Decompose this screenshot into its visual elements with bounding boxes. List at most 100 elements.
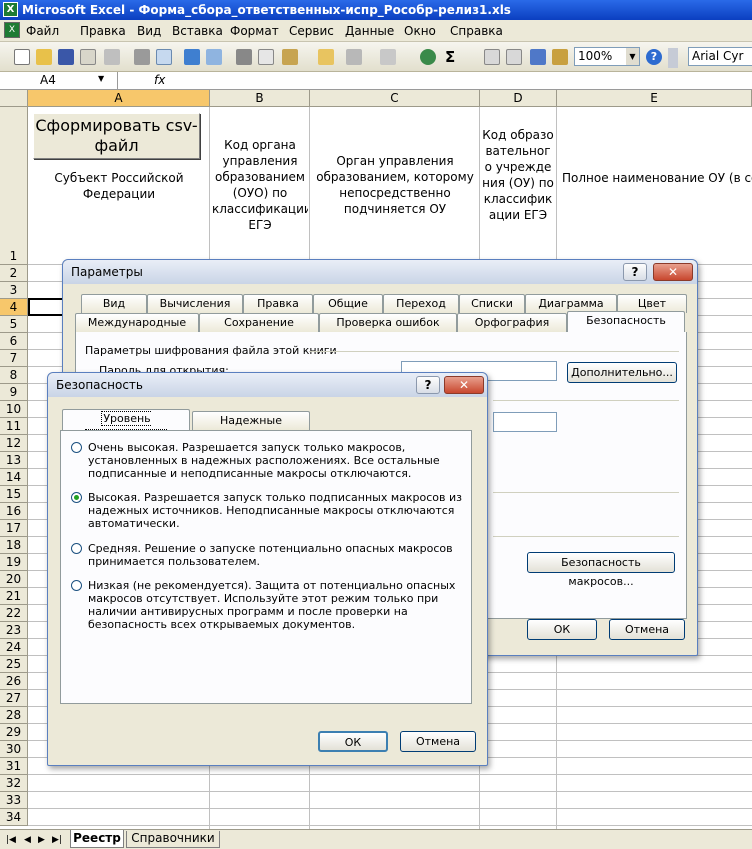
cell-a1-subject[interactable]: Субъект Российской Федерации <box>40 170 198 202</box>
column-header-d[interactable]: D <box>480 90 557 107</box>
menu-view[interactable]: Вид <box>137 24 161 38</box>
row-header[interactable]: 7 <box>0 350 28 367</box>
hyperlink-icon[interactable] <box>420 49 436 65</box>
cell-d1-ou-code[interactable]: Код образовательного учреждения (ОУ) по … <box>482 127 554 223</box>
formula-input[interactable] <box>175 72 752 89</box>
paste-icon[interactable] <box>282 49 298 65</box>
redo-icon[interactable] <box>380 49 396 65</box>
row-header[interactable]: 21 <box>0 588 28 605</box>
row-header[interactable]: 13 <box>0 452 28 469</box>
menu-data[interactable]: Данные <box>345 24 394 38</box>
tab-security-level[interactable]: Уровень безопасности <box>62 409 190 444</box>
print-icon[interactable] <box>134 49 150 65</box>
row-header[interactable]: 19 <box>0 554 28 571</box>
prev-sheet-icon[interactable]: ◀ <box>24 835 31 845</box>
row-header[interactable]: 20 <box>0 571 28 588</box>
row-header[interactable]: 5 <box>0 316 28 333</box>
options-ok-button[interactable]: ОК <box>527 619 597 640</box>
font-combo[interactable]: Arial Cyr <box>688 47 752 66</box>
advanced-button[interactable]: Дополнительно... <box>567 362 677 383</box>
menu-help[interactable]: Справка <box>450 24 503 38</box>
row-header[interactable]: 33 <box>0 792 28 809</box>
row-header[interactable]: 25 <box>0 656 28 673</box>
row-header[interactable]: 26 <box>0 673 28 690</box>
radio-medium[interactable] <box>71 543 82 554</box>
cell-c1-ouo[interactable]: Орган управления образованием, которому … <box>315 153 475 217</box>
chart-wizard-icon[interactable] <box>530 49 546 65</box>
row-header[interactable]: 2 <box>0 265 28 282</box>
close-icon[interactable]: ✕ <box>653 263 693 281</box>
row-header[interactable]: 18 <box>0 537 28 554</box>
column-header-e[interactable]: E <box>557 90 752 107</box>
cell-b1-ouo-code[interactable]: Код органа управления образованием (ОУО)… <box>212 137 308 233</box>
research-icon[interactable] <box>206 49 222 65</box>
document-icon[interactable]: X <box>4 22 20 38</box>
row-header[interactable]: 9 <box>0 384 28 401</box>
cell-e1-full-name[interactable]: Полное наименование ОУ (в со документами… <box>562 170 752 186</box>
radio-very-high[interactable] <box>71 442 82 453</box>
menu-edit[interactable]: Правка <box>80 24 126 38</box>
row-header[interactable]: 32 <box>0 775 28 792</box>
tab-spelling[interactable]: Орфография <box>457 313 567 332</box>
toolbar-options-icon[interactable] <box>668 48 678 68</box>
undo-icon[interactable] <box>346 49 362 65</box>
row-header[interactable]: 10 <box>0 401 28 418</box>
sort-ascending-icon[interactable] <box>484 49 500 65</box>
row-header[interactable]: 30 <box>0 741 28 758</box>
row-header[interactable]: 29 <box>0 724 28 741</box>
row-header[interactable]: 11 <box>0 418 28 435</box>
help-icon[interactable]: ? <box>646 49 662 65</box>
radio-high[interactable] <box>71 492 82 503</box>
row-header[interactable]: 8 <box>0 367 28 384</box>
format-painter-icon[interactable] <box>318 49 334 65</box>
zoom-combo[interactable]: 100% ▼ <box>574 47 640 66</box>
tab-international[interactable]: Международные <box>75 313 199 332</box>
row-header[interactable]: 31 <box>0 758 28 775</box>
security-cancel-button[interactable]: Отмена <box>400 731 476 752</box>
chevron-down-icon[interactable]: ▼ <box>98 74 104 83</box>
sheet-tab-references[interactable]: Справочники <box>126 831 220 848</box>
row-header[interactable]: 1 <box>0 107 28 265</box>
tab-security[interactable]: Безопасность <box>567 311 685 332</box>
option-medium-label[interactable]: Средняя. Решение о запуске потенциально … <box>88 542 466 568</box>
tab-error-checking[interactable]: Проверка ошибок <box>319 313 457 332</box>
excel-app-icon[interactable]: X <box>3 2 18 17</box>
sort-descending-icon[interactable] <box>506 49 522 65</box>
column-header-c[interactable]: C <box>310 90 480 107</box>
row-header[interactable]: 27 <box>0 690 28 707</box>
help-icon[interactable]: ? <box>623 263 647 281</box>
close-icon[interactable]: ✕ <box>444 376 484 394</box>
spelling-icon[interactable] <box>184 49 200 65</box>
name-box[interactable]: A4 ▼ <box>0 72 118 89</box>
row-header[interactable]: 17 <box>0 520 28 537</box>
permission-icon[interactable] <box>80 49 96 65</box>
modify-password-input[interactable] <box>493 412 557 432</box>
tab-general[interactable]: Общие <box>313 294 383 313</box>
menu-format[interactable]: Формат <box>230 24 279 38</box>
row-header[interactable]: 15 <box>0 486 28 503</box>
row-header[interactable]: 22 <box>0 605 28 622</box>
tab-save[interactable]: Сохранение <box>199 313 319 332</box>
option-very-high-label[interactable]: Очень высокая. Разрешается запуск только… <box>88 441 466 480</box>
tab-lists[interactable]: Списки <box>459 294 525 313</box>
row-header[interactable]: 6 <box>0 333 28 350</box>
macro-security-button[interactable]: Безопасность макросов... <box>527 552 675 588</box>
row-header[interactable]: 16 <box>0 503 28 520</box>
open-icon[interactable] <box>36 49 52 65</box>
menu-tools[interactable]: Сервис <box>289 24 334 38</box>
column-header-b[interactable]: B <box>210 90 310 107</box>
generate-csv-button[interactable]: Сформировать csv-файл <box>33 113 200 159</box>
option-low-label[interactable]: Низкая (не рекомендуется). Защита от пот… <box>88 579 466 631</box>
row-header[interactable]: 34 <box>0 809 28 826</box>
chevron-down-icon[interactable]: ▼ <box>626 48 639 65</box>
menu-insert[interactable]: Вставка <box>172 24 223 38</box>
copy-icon[interactable] <box>258 49 274 65</box>
row-header[interactable]: 12 <box>0 435 28 452</box>
tab-calculation[interactable]: Вычисления <box>147 294 243 313</box>
new-icon[interactable] <box>14 49 30 65</box>
row-header[interactable]: 4 <box>0 299 28 316</box>
option-high-label[interactable]: Высокая. Разрешается запуск только подпи… <box>88 491 466 530</box>
save-icon[interactable] <box>58 49 74 65</box>
last-sheet-icon[interactable]: ▶| <box>52 835 62 845</box>
tab-view[interactable]: Вид <box>81 294 147 313</box>
